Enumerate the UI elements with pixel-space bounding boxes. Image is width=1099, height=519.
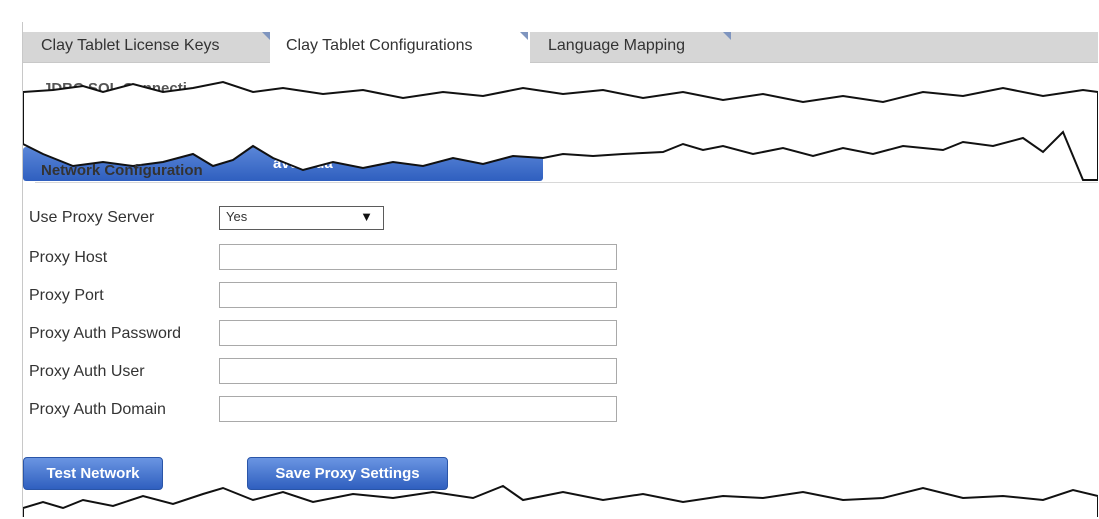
torn-edge-bottom (23, 484, 1098, 517)
torn-section: JDBC SQL Connecti ave L ua (23, 62, 1098, 181)
proxy-port-input[interactable] (219, 282, 617, 308)
proxy-port-label: Proxy Port (29, 287, 104, 304)
chevron-down-icon: ▼ (360, 209, 373, 224)
proxy-auth-password-label: Proxy Auth Password (29, 325, 182, 342)
tab-corner-icon (520, 32, 528, 40)
tab-license-keys[interactable]: Clay Tablet License Keys (23, 32, 270, 62)
tab-corner-icon (262, 32, 270, 40)
tab-language-mapping[interactable]: Language Mapping (530, 32, 731, 62)
proxy-host-label: Proxy Host (29, 249, 108, 266)
proxy-auth-user-label: Proxy Auth User (29, 363, 145, 380)
proxy-auth-domain-label: Proxy Auth Domain (29, 401, 166, 418)
use-proxy-label: Use Proxy Server (29, 209, 155, 226)
tab-configurations[interactable]: Clay Tablet Configurations (270, 32, 530, 63)
use-proxy-value: Yes (226, 209, 248, 224)
tab-label: Clay Tablet License Keys (41, 37, 220, 54)
app-frame: Clay Tablet License Keys Clay Tablet Con… (22, 22, 1098, 517)
tab-label: Clay Tablet Configurations (286, 37, 473, 54)
section-title: Network Configuration (41, 162, 203, 179)
tab-bar: Clay Tablet License Keys Clay Tablet Con… (23, 32, 1098, 63)
use-proxy-select[interactable]: Yes ▼ (219, 206, 384, 230)
tab-corner-icon (723, 32, 731, 40)
proxy-auth-password-input[interactable] (219, 320, 617, 346)
proxy-auth-user-input[interactable] (219, 358, 617, 384)
section-divider (35, 182, 1098, 183)
proxy-host-input[interactable] (219, 244, 617, 270)
tab-label: Language Mapping (548, 37, 686, 54)
proxy-auth-domain-input[interactable] (219, 396, 617, 422)
